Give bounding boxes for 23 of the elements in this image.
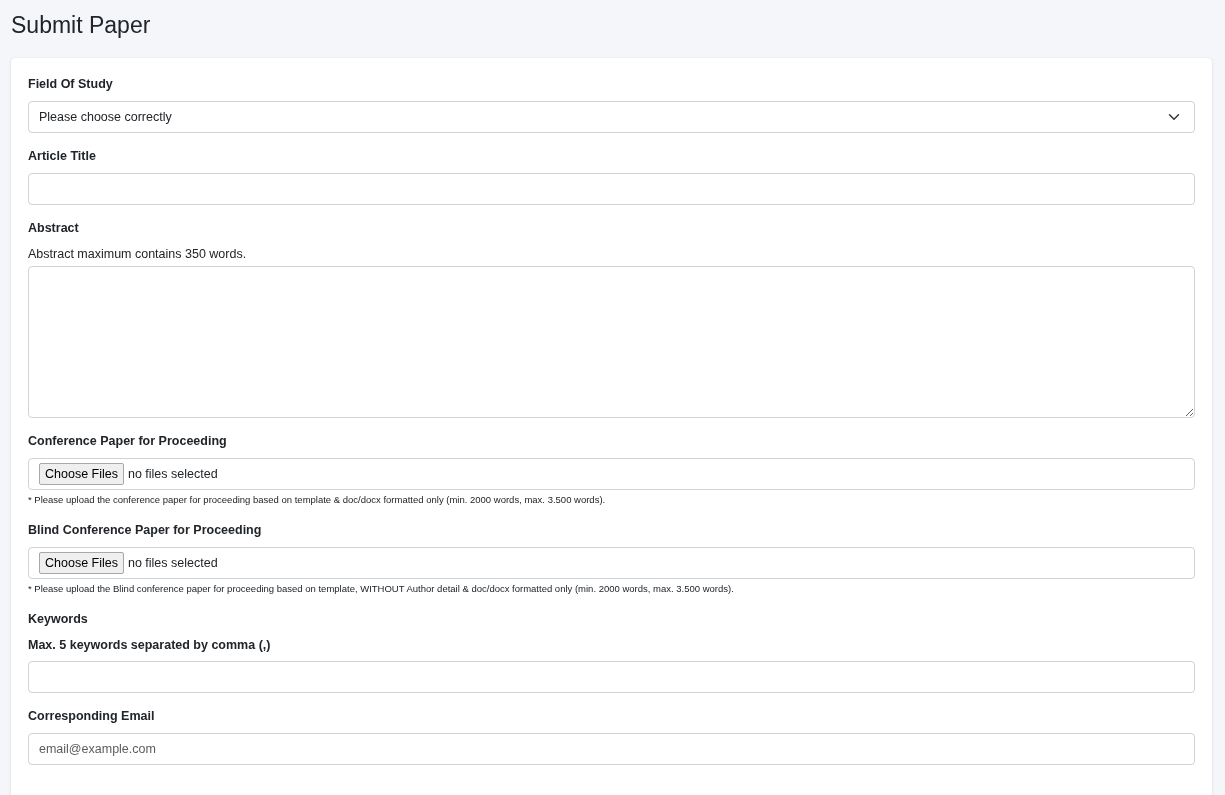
upload-note: * Please upload the Blind conference paper for proceeding based on template, WITHOUT Author detail & doc/docx formatted only (min. 2000 words, max. 3.500 words). <box>28 582 735 596</box>
text-input[interactable] <box>28 661 1195 693</box>
field-label: Blind Conference Paper for Proceeding <box>28 522 263 539</box>
file-status-text: no files selected <box>127 465 218 483</box>
choose-files-button[interactable]: Choose Files <box>39 552 124 574</box>
file-field[interactable]: Choose Files no files selected <box>28 458 1195 490</box>
page-title: Submit Paper <box>11 11 152 40</box>
file-field[interactable]: Choose Files no files selected <box>28 547 1195 579</box>
field-label: Abstract <box>28 220 80 237</box>
abstract-textarea[interactable] <box>28 266 1195 418</box>
help-text: Max. 5 keywords separated by comma (,) <box>28 637 272 654</box>
email-input[interactable]: email@example.com <box>28 733 1195 765</box>
field-label: Article Title <box>28 148 97 165</box>
field-select[interactable]: Please choose correctly <box>28 101 1195 133</box>
file-status-text: no files selected <box>127 554 218 572</box>
choose-files-button[interactable]: Choose Files <box>39 463 124 485</box>
upload-note: * Please upload the conference paper for proceeding based on template & doc/docx formatted only (min. 2000 words, max. 3.500 words). <box>28 493 607 507</box>
field-label: Conference Paper for Proceeding <box>28 433 228 450</box>
field-label: Field Of Study <box>28 76 114 93</box>
field-label: Corresponding Email <box>28 708 156 725</box>
field-label: Keywords <box>28 611 89 628</box>
text-input[interactable] <box>28 173 1195 205</box>
help-text: Abstract maximum contains 350 words. <box>28 246 248 263</box>
